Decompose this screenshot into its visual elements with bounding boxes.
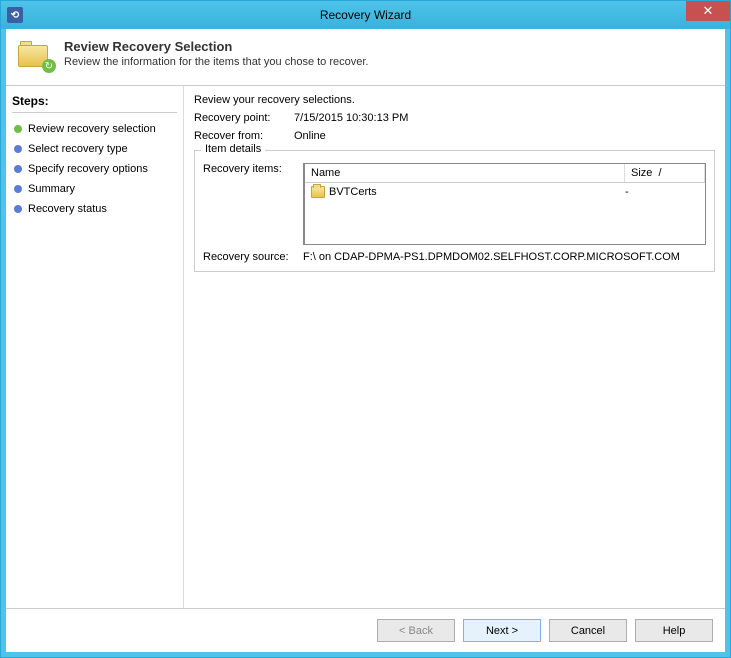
step-review-recovery-selection[interactable]: Review recovery selection xyxy=(12,119,177,139)
titlebar[interactable]: ⟲ Recovery Wizard ✕ xyxy=(1,1,730,29)
step-bullet-active-icon xyxy=(14,125,22,133)
step-label: Review recovery selection xyxy=(28,123,156,135)
cancel-button[interactable]: Cancel xyxy=(549,619,627,642)
step-select-recovery-type[interactable]: Select recovery type xyxy=(12,139,177,159)
steps-sidebar: Steps: Review recovery selection Select … xyxy=(6,86,184,608)
header-text: Review Recovery Selection Review the inf… xyxy=(64,39,368,71)
column-header-size[interactable]: Size / xyxy=(625,164,705,182)
main-panel: Review your recovery selections. Recover… xyxy=(184,86,725,608)
recover-from-label: Recover from: xyxy=(194,130,294,142)
step-recovery-status[interactable]: Recovery status xyxy=(12,199,177,219)
recovery-items-row: Recovery items: Name Size / BVTCerts - xyxy=(203,163,706,245)
folder-icon xyxy=(311,186,325,198)
step-bullet-icon xyxy=(14,145,22,153)
recovery-source-label: Recovery source: xyxy=(203,251,303,263)
recovery-items-label: Recovery items: xyxy=(203,163,303,175)
item-name: BVTCerts xyxy=(329,186,625,198)
next-button[interactable]: Next > xyxy=(463,619,541,642)
recovery-point-label: Recovery point: xyxy=(194,112,294,124)
item-size: - xyxy=(625,186,699,198)
step-bullet-icon xyxy=(14,165,22,173)
page-subtitle: Review the information for the items tha… xyxy=(64,56,368,68)
step-summary[interactable]: Summary xyxy=(12,179,177,199)
wizard-body: Steps: Review recovery selection Select … xyxy=(6,86,725,608)
recovery-source-value: F:\ on CDAP-DPMA-PS1.DPMDOM02.SELFHOST.C… xyxy=(303,251,680,263)
wizard-header: ↻ Review Recovery Selection Review the i… xyxy=(6,29,725,86)
steps-heading: Steps: xyxy=(12,94,177,113)
item-details-group: Item details Recovery items: Name Size /… xyxy=(194,150,715,272)
step-specify-recovery-options[interactable]: Specify recovery options xyxy=(12,159,177,179)
step-bullet-icon xyxy=(14,205,22,213)
recover-from-row: Recover from: Online xyxy=(194,130,715,142)
item-details-legend: Item details xyxy=(201,143,265,155)
recovery-folder-icon: ↻ xyxy=(18,39,54,71)
step-bullet-icon xyxy=(14,185,22,193)
step-label: Recovery status xyxy=(28,203,107,215)
help-button[interactable]: Help xyxy=(635,619,713,642)
step-label: Summary xyxy=(28,183,75,195)
recovery-point-row: Recovery point: 7/15/2015 10:30:13 PM xyxy=(194,112,715,124)
back-button: < Back xyxy=(377,619,455,642)
recovery-point-value: 7/15/2015 10:30:13 PM xyxy=(294,112,408,124)
recover-from-value: Online xyxy=(294,130,326,142)
step-label: Select recovery type xyxy=(28,143,128,155)
recovery-items-grid[interactable]: Name Size / BVTCerts - xyxy=(303,163,706,245)
recovery-wizard-window: ⟲ Recovery Wizard ✕ ↻ Review Recovery Se… xyxy=(0,0,731,658)
recovery-source-row: Recovery source: F:\ on CDAP-DPMA-PS1.DP… xyxy=(203,251,706,263)
table-row[interactable]: BVTCerts - xyxy=(305,183,705,201)
button-bar: < Back Next > Cancel Help xyxy=(6,608,725,652)
step-label: Specify recovery options xyxy=(28,163,148,175)
column-header-name[interactable]: Name xyxy=(305,164,625,182)
intro-text: Review your recovery selections. xyxy=(194,94,715,106)
grid-header-row: Name Size / xyxy=(305,164,705,183)
window-title: Recovery Wizard xyxy=(1,8,730,22)
client-area: ↻ Review Recovery Selection Review the i… xyxy=(1,29,730,657)
page-title: Review Recovery Selection xyxy=(64,39,368,54)
